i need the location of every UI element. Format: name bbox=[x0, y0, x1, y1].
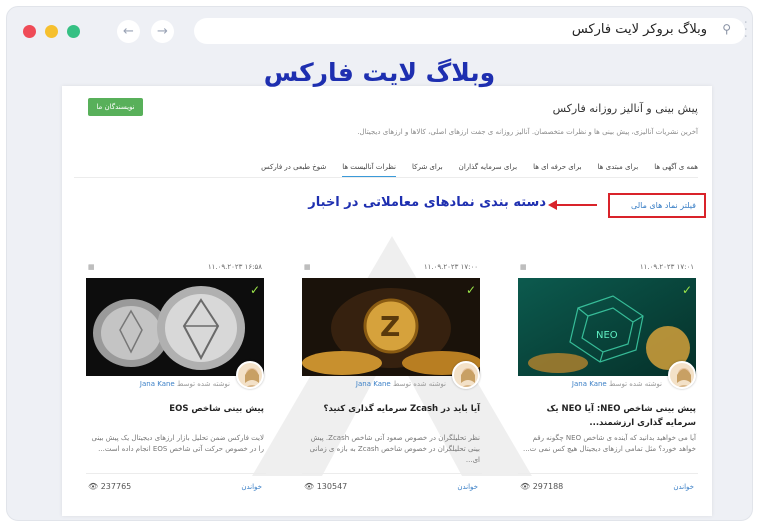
post-card-eos[interactable]: ▦ ۱۱.۰۹.۲۰۲۳ ۱۶:۵۸ ✓ نوشته شده توسط Jana… bbox=[86, 261, 266, 501]
post-image-neo[interactable]: NEO bbox=[518, 278, 696, 376]
verified-check-icon: ✓ bbox=[249, 283, 260, 297]
filter-highlight-box: فیلتر نماد های مالی bbox=[608, 193, 706, 218]
author-link[interactable]: Jana Kane bbox=[572, 380, 607, 388]
tab-all-posts[interactable]: همه ی آگهی ها bbox=[654, 156, 698, 178]
maximize-window-button[interactable] bbox=[67, 25, 80, 38]
address-bar-text: وبلاگ بروکر لایت فارکس bbox=[571, 22, 707, 37]
calendar-icon: ▦ bbox=[304, 263, 311, 271]
verified-check-icon: ✓ bbox=[681, 283, 692, 297]
post-image-zcash[interactable]: Z bbox=[302, 278, 480, 376]
author-line: نوشته شده توسط Jana Kane bbox=[355, 380, 446, 388]
author-link[interactable]: Jana Kane bbox=[140, 380, 175, 388]
browser-toolbar: ← → وبلاگ بروکر لایت فارکس ⚲ · · · bbox=[7, 7, 752, 55]
tabs-divider bbox=[74, 177, 698, 178]
overlay-title: وبلاگ لایت فارکس bbox=[263, 58, 496, 87]
writers-button[interactable]: نویسندگان ما bbox=[88, 98, 143, 116]
author-line: نوشته شده توسط Jana Kane bbox=[139, 380, 230, 388]
page-title: پیش بینی و آنالیز روزانه فارکس bbox=[552, 102, 698, 115]
annotation-arrow bbox=[555, 204, 597, 206]
tab-professionals[interactable]: برای حرفه ای ها bbox=[533, 156, 581, 178]
calendar-icon: ▦ bbox=[520, 263, 527, 271]
tab-analyst-opinions[interactable]: نظرات آنالیست ها bbox=[342, 156, 397, 178]
post-date: ۱۱.۰۹.۲۰۲۳ ۱۶:۵۸ bbox=[207, 263, 262, 271]
post-image-eos[interactable] bbox=[86, 278, 264, 376]
post-title[interactable]: آیا باید در Zcash سرمایه گذاری کنید؟ bbox=[305, 403, 480, 417]
read-more-link[interactable]: خواندن bbox=[673, 483, 694, 491]
forward-arrow-icon[interactable]: → bbox=[151, 20, 174, 43]
post-title[interactable]: پیش بینی شاخص NEO: آیا NEO یک سرمایه گذا… bbox=[521, 403, 696, 430]
post-excerpt: نظر تحلیلگران در خصوص صعود آتی شاخص Zcas… bbox=[309, 434, 480, 464]
svg-text:NEO: NEO bbox=[596, 330, 618, 341]
tab-beginners[interactable]: برای مبتدی ها bbox=[598, 156, 639, 178]
read-more-link[interactable]: خواندن bbox=[457, 483, 478, 491]
close-window-button[interactable] bbox=[23, 25, 36, 38]
eye-icon: 👁 bbox=[88, 482, 99, 491]
eye-icon: 👁 bbox=[520, 482, 531, 491]
read-more-link[interactable]: خواندن bbox=[241, 483, 262, 491]
search-icon: ⚲ bbox=[722, 22, 731, 36]
tab-partners[interactable]: برای شرکا bbox=[412, 156, 443, 178]
category-tabs: همه ی آگهی ها برای مبتدی ها برای حرفه ای… bbox=[158, 156, 698, 178]
post-card-neo[interactable]: ▦ ۱۱.۰۹.۲۰۲۳ ۱۷:۰۱ NEO ✓ نوشته شده توسط … bbox=[518, 261, 698, 501]
card-divider bbox=[86, 473, 266, 474]
menu-dots-icon[interactable]: · · · bbox=[744, 16, 748, 44]
post-card-zcash[interactable]: ▦ ۱۱.۰۹.۲۰۲۳ ۱۷:۰۰ Z ✓ نوشته شده توسط Ja… bbox=[302, 261, 482, 501]
blog-page: نویسندگان ما پیش بینی و آنالیز روزانه فا… bbox=[62, 86, 712, 516]
card-divider bbox=[518, 473, 698, 474]
tab-investors[interactable]: برای سرمایه گذاران bbox=[459, 156, 517, 178]
eye-icon: 👁 bbox=[304, 482, 315, 491]
view-count: 👁 130547 bbox=[304, 482, 348, 491]
calendar-icon: ▦ bbox=[88, 263, 95, 271]
view-count: 👁 297188 bbox=[520, 482, 564, 491]
back-arrow-icon[interactable]: ← bbox=[117, 20, 140, 43]
view-count: 👁 237765 bbox=[88, 482, 132, 491]
post-excerpt: آیا می خواهید بدانید که آینده ی شاخص NEO… bbox=[522, 434, 696, 453]
author-avatar bbox=[668, 361, 696, 389]
card-divider bbox=[302, 473, 482, 474]
tab-forex-humor[interactable]: شوخ طبعی در فارکس bbox=[261, 156, 326, 178]
svg-text:Z: Z bbox=[380, 310, 400, 343]
post-excerpt: لایت فارکس ضمن تحلیل بازار ارزهای دیجیتا… bbox=[91, 434, 264, 453]
post-title[interactable]: پیش بینی شاخص EOS bbox=[89, 403, 264, 417]
annotation-arrow-head bbox=[548, 200, 557, 210]
annotation-text: دسته بندی نمادهای معاملاتی در اخبار bbox=[308, 195, 546, 210]
minimize-window-button[interactable] bbox=[45, 25, 58, 38]
author-line: نوشته شده توسط Jana Kane bbox=[571, 380, 662, 388]
address-bar[interactable]: وبلاگ بروکر لایت فارکس ⚲ bbox=[194, 18, 745, 44]
author-avatar bbox=[236, 361, 264, 389]
post-date: ۱۱.۰۹.۲۰۲۳ ۱۷:۰۰ bbox=[423, 263, 478, 271]
verified-check-icon: ✓ bbox=[465, 283, 476, 297]
filter-symbols-link[interactable]: فیلتر نماد های مالی bbox=[631, 201, 696, 210]
author-avatar bbox=[452, 361, 480, 389]
author-link[interactable]: Jana Kane bbox=[356, 380, 391, 388]
page-subtitle: آخرین نشریات آنالیزی، پیش بینی ها و نظرا… bbox=[357, 128, 698, 136]
post-date: ۱۱.۰۹.۲۰۲۳ ۱۷:۰۱ bbox=[639, 263, 694, 271]
